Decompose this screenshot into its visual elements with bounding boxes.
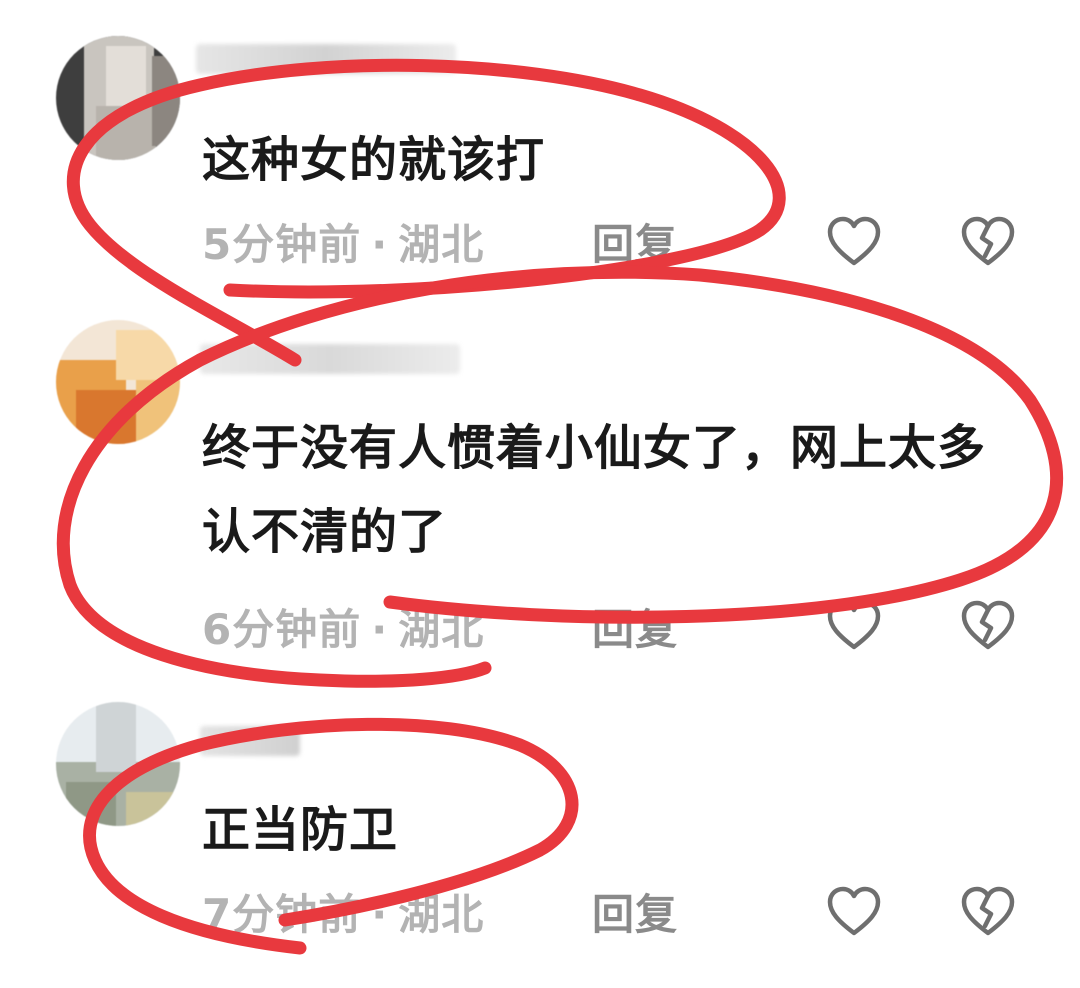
heart-outline-icon[interactable] xyxy=(826,884,882,940)
comment-location: 湖北 xyxy=(398,890,485,939)
username-blurred[interactable] xyxy=(200,726,300,756)
comment-item: 终于没有人惯着小仙女了，网上太多认不清的了 6分钟前 · 湖北 回复 xyxy=(0,300,1080,690)
comment-item: 这种女的就该打 5分钟前 · 湖北 回复 xyxy=(0,0,1080,300)
comment-text: 这种女的就该打 xyxy=(202,132,546,188)
avatar[interactable] xyxy=(56,702,180,826)
broken-heart-icon[interactable] xyxy=(960,214,1016,270)
meta-separator: · xyxy=(371,890,389,939)
avatar[interactable] xyxy=(56,36,180,160)
meta-separator: · xyxy=(371,220,389,269)
broken-heart-icon[interactable] xyxy=(960,884,1016,940)
reply-button[interactable]: 回复 xyxy=(592,605,678,655)
reply-button[interactable]: 回复 xyxy=(592,890,678,940)
comment-location: 湖北 xyxy=(398,220,485,269)
username-blurred[interactable] xyxy=(200,344,460,374)
username-blurred[interactable] xyxy=(196,44,456,74)
heart-outline-icon[interactable] xyxy=(826,598,882,654)
comment-location: 湖北 xyxy=(398,605,485,654)
comment-meta: 6分钟前 · 湖北 xyxy=(202,605,484,655)
comment-text: 终于没有人惯着小仙女了，网上太多认不清的了 xyxy=(202,420,987,560)
heart-outline-icon[interactable] xyxy=(826,214,882,270)
comment-time: 6分钟前 xyxy=(202,605,362,654)
comment-text: 正当防卫 xyxy=(202,802,399,858)
comment-meta: 5分钟前 · 湖北 xyxy=(202,220,484,270)
comment-time: 5分钟前 xyxy=(202,220,362,269)
broken-heart-icon[interactable] xyxy=(960,598,1016,654)
comment-meta: 7分钟前 · 湖北 xyxy=(202,890,484,940)
meta-separator: · xyxy=(371,605,389,654)
comment-time: 7分钟前 xyxy=(202,890,362,939)
avatar[interactable] xyxy=(56,320,180,444)
reply-button[interactable]: 回复 xyxy=(592,220,678,270)
comment-item: 正当防卫 7分钟前 · 湖北 回复 xyxy=(0,690,1080,988)
